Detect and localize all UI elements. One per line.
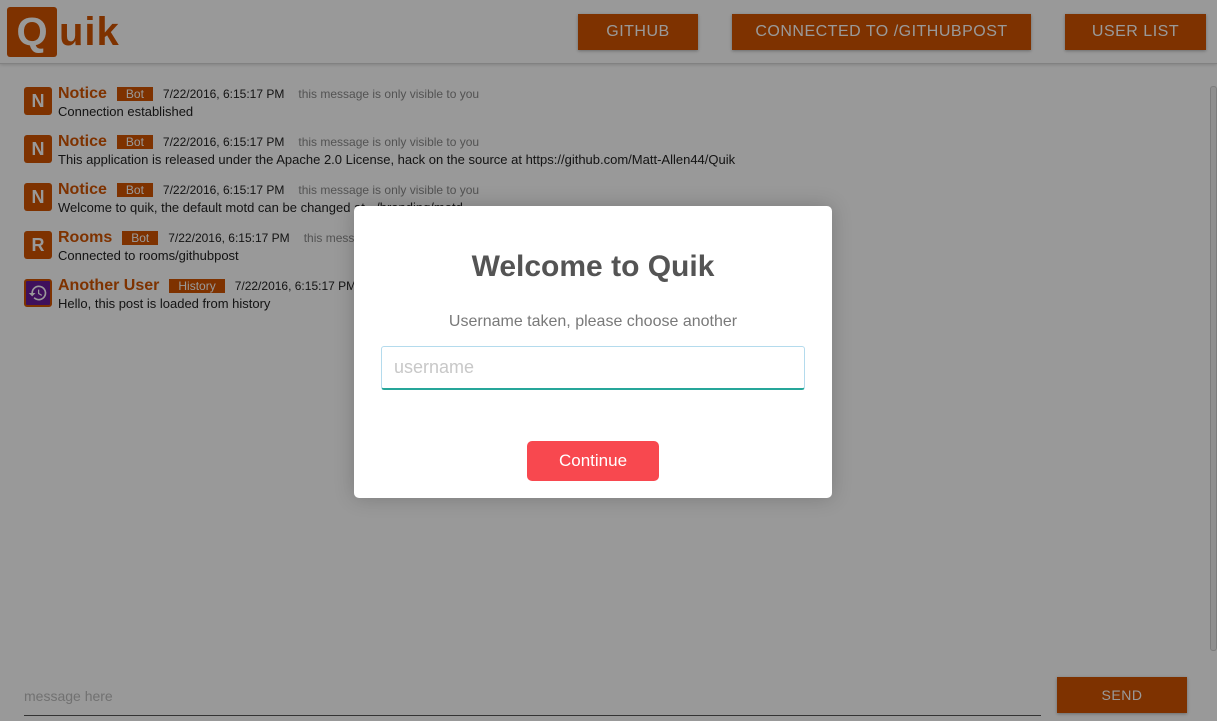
username-input[interactable] bbox=[381, 346, 805, 390]
dialog-title: Welcome to Quik bbox=[471, 250, 715, 283]
continue-button[interactable]: Continue bbox=[527, 441, 659, 481]
welcome-dialog: Welcome to Quik Username taken, please c… bbox=[354, 206, 832, 498]
dialog-message: Username taken, please choose another bbox=[448, 313, 738, 330]
